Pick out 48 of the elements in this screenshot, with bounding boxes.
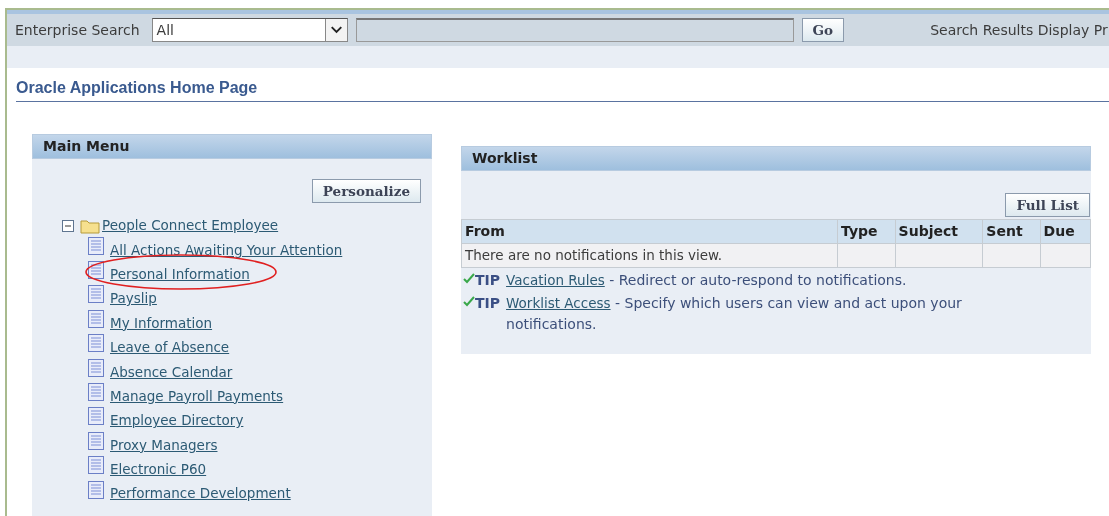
tip-link[interactable]: Vacation Rules — [506, 271, 605, 288]
menu-item-link[interactable]: My Information — [110, 312, 213, 333]
empty-message: There are no notifications in this view. — [461, 243, 838, 267]
document-icon — [88, 236, 104, 255]
menu-item-link[interactable]: Performance Development — [110, 483, 291, 504]
tip-text: Vacation Rules - Redirect or auto-respond to notifications. — [506, 270, 908, 290]
column-header: Subject — [895, 219, 983, 244]
go-button[interactable]: Go — [801, 17, 845, 43]
column-header: Due — [1040, 219, 1091, 244]
document-icon — [88, 285, 104, 304]
menu-item-link[interactable]: Payslip — [110, 288, 157, 309]
document-icon — [88, 334, 104, 353]
panel-header: Main Menu — [32, 134, 432, 159]
menu-item-link[interactable]: Absence Calendar — [110, 361, 233, 382]
tip-text: Worklist Access - Specify which users can view and act upon your notifications. — [506, 293, 963, 334]
full-list-button[interactable]: Full List — [1005, 193, 1090, 218]
panel-header: Worklist — [461, 146, 1091, 171]
document-icon — [88, 358, 104, 377]
menu-item-link[interactable]: All Actions Awaiting Your Attention — [110, 239, 343, 260]
menu-item-link[interactable]: Electronic P60 — [110, 459, 207, 480]
check-icon — [463, 294, 475, 307]
search-field[interactable] — [355, 18, 794, 42]
menu-item-link[interactable]: Manage Payroll Payments — [110, 385, 284, 407]
document-icon — [88, 456, 104, 475]
page-title: Oracle Applications Home Page — [16, 76, 1109, 102]
menu-item-link[interactable]: Proxy Managers — [110, 434, 218, 455]
tip-link[interactable]: Worklist Access — [506, 294, 611, 311]
column-header: From — [461, 219, 838, 244]
folder-icon — [80, 217, 100, 234]
collapse-icon[interactable] — [62, 219, 74, 232]
check-icon — [463, 271, 475, 284]
document-icon — [88, 480, 104, 499]
tip-label: TIP — [475, 293, 501, 313]
menu-item-link[interactable]: Personal Information — [110, 263, 250, 285]
menu-item-link[interactable]: Employee Directory — [110, 410, 244, 431]
document-icon — [88, 407, 104, 426]
column-header: Sent — [982, 219, 1041, 244]
document-icon — [88, 431, 104, 450]
search-results-link[interactable]: Search Results Display Pr — [930, 19, 1108, 41]
document-icon — [88, 383, 104, 402]
menu-folder-link[interactable]: People Connect Employee — [102, 215, 279, 236]
document-icon — [88, 309, 104, 328]
tip-label: TIP — [475, 270, 501, 290]
scope-dropdown[interactable]: All — [151, 18, 348, 42]
search-label: Enterprise Search — [15, 20, 140, 40]
personalize-button[interactable]: Personalize — [311, 179, 421, 204]
menu-item-link[interactable]: Leave of Absence — [110, 337, 230, 358]
column-header: Type — [837, 219, 896, 244]
